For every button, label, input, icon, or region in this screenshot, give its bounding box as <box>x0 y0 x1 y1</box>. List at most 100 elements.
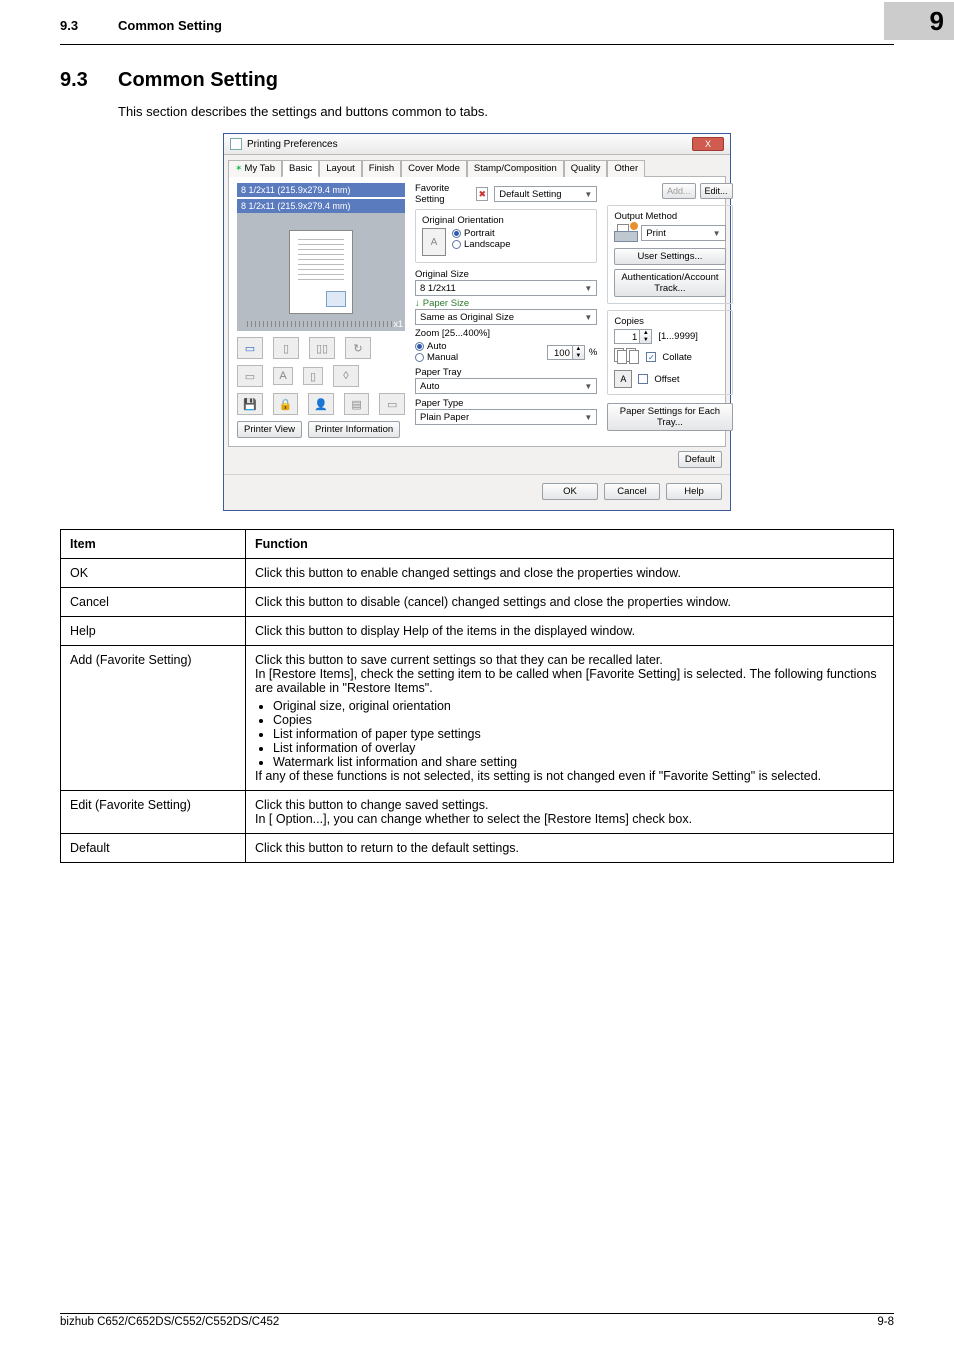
landscape-label: Landscape <box>464 239 510 250</box>
list-item: List information of overlay <box>273 741 884 755</box>
cell-function: Click this button to save current settin… <box>246 646 894 791</box>
cell-function: Click this button to disable (cancel) ch… <box>246 588 894 617</box>
tab-my-tab-label: My Tab <box>245 163 275 174</box>
printer-information-button[interactable]: Printer Information <box>308 421 400 438</box>
output-method-value: Print <box>646 228 666 239</box>
letter-a-icon[interactable]: A <box>273 367 293 385</box>
footer-page-number: 9-8 <box>877 1316 894 1328</box>
paper-settings-tray-button[interactable]: Paper Settings for Each Tray... <box>607 403 732 431</box>
tab-quality[interactable]: Quality <box>564 160 608 177</box>
spinner-icon: ▲▼ <box>640 329 652 344</box>
function-table: Item Function OK Click this button to en… <box>60 529 894 863</box>
edit-favorite-button[interactable]: Edit... <box>700 183 733 199</box>
output-method-label: Output Method <box>614 211 725 222</box>
auth-account-track-button[interactable]: Authentication/Account Track... <box>614 269 725 297</box>
paper-size-label: Paper Size <box>423 298 469 309</box>
paper-tray-dropdown[interactable]: Auto▼ <box>415 378 597 394</box>
rotate-icon[interactable]: ↻ <box>345 337 371 359</box>
tab-my-tab[interactable]: ✶My Tab <box>228 160 282 177</box>
copies-spinner[interactable]: 1 ▲▼ <box>614 329 652 344</box>
zoom-auto-radio[interactable]: Auto <box>415 341 458 352</box>
percent-label: % <box>589 347 597 358</box>
paper-size-value: Same as Original Size <box>420 312 514 323</box>
staple-icon[interactable]: ▭ <box>237 365 263 387</box>
output-method-dropdown[interactable]: Print▼ <box>641 225 725 241</box>
spinner-icon: ▲▼ <box>573 345 585 360</box>
copies-value: 1 <box>614 329 640 344</box>
cell-item: Default <box>61 834 246 863</box>
favorite-setting-value: Default Setting <box>499 189 561 200</box>
tab-finish[interactable]: Finish <box>362 160 401 177</box>
add-favorite-button[interactable]: Add... <box>662 183 696 199</box>
tab-other[interactable]: Other <box>607 160 645 177</box>
ok-button[interactable]: OK <box>542 483 598 500</box>
th-item: Item <box>61 530 246 559</box>
zoom-label: Zoom [25...400%] <box>415 328 597 339</box>
chevron-down-icon: ▼ <box>584 284 592 293</box>
tab-basic[interactable]: Basic <box>282 160 319 177</box>
table-row: OK Click this button to enable changed s… <box>61 559 894 588</box>
paper-type-dropdown[interactable]: Plain Paper ▼ <box>415 409 597 425</box>
page-icon[interactable]: ▯ <box>303 367 323 385</box>
tab-stamp-composition[interactable]: Stamp/Composition <box>467 160 564 177</box>
favorite-setting-dropdown[interactable]: Default Setting ▼ <box>494 186 597 202</box>
copies-label: Copies <box>614 316 725 327</box>
collate-checkbox[interactable]: ✓ <box>646 352 656 362</box>
add-line1: Click this button to save current settin… <box>255 653 663 667</box>
zoom-manual-radio[interactable]: Manual <box>415 352 458 363</box>
zoom-value-spinner[interactable]: 100 ▲▼ <box>547 345 585 360</box>
collate-icon <box>614 348 640 366</box>
chevron-down-icon: ▼ <box>584 190 592 199</box>
lock-icon[interactable]: 🔒 <box>273 393 299 415</box>
printer-view-button[interactable]: Printer View <box>237 421 302 438</box>
add-line2: In [Restore Items], check the setting it… <box>255 667 877 695</box>
source-size-bar[interactable]: 8 1/2x11 (215.9x279.4 mm) <box>237 183 405 197</box>
cell-item: Add (Favorite Setting) <box>61 646 246 791</box>
tab-layout[interactable]: Layout <box>319 160 362 177</box>
zoom-value: 100 <box>547 345 573 360</box>
portrait-label: Portrait <box>464 228 495 239</box>
sheet-icon[interactable]: ▤ <box>344 393 370 415</box>
collate-label: Collate <box>662 352 692 363</box>
blank-icon[interactable]: ▭ <box>379 393 405 415</box>
cell-item: Cancel <box>61 588 246 617</box>
paper-size-dropdown[interactable]: Same as Original Size▼ <box>415 309 597 325</box>
list-item: Original size, original orientation <box>273 699 884 713</box>
original-size-dropdown[interactable]: 8 1/2x11▼ <box>415 280 597 296</box>
landscape-radio[interactable]: Landscape <box>452 239 510 250</box>
cell-function: Click this button to change saved settin… <box>246 791 894 834</box>
dialog-title: Printing Preferences <box>247 139 692 150</box>
header-section-name: Common Setting <box>118 18 884 33</box>
save-icon[interactable]: 💾 <box>237 393 263 415</box>
down-arrow-icon: ↓ <box>415 298 420 309</box>
portrait-radio[interactable]: Portrait <box>452 228 510 239</box>
edit-line2: In [ Option...], you can change whether … <box>255 812 692 826</box>
user-icon[interactable]: 👤 <box>308 393 334 415</box>
printer-icon <box>614 224 636 242</box>
help-button[interactable]: Help <box>666 483 722 500</box>
delete-favorite-icon[interactable]: ✖ <box>476 187 488 201</box>
offset-checkbox[interactable] <box>638 374 648 384</box>
paper-type-value: Plain Paper <box>420 412 469 423</box>
tab-cover-mode[interactable]: Cover Mode <box>401 160 467 177</box>
table-row: Cancel Click this button to disable (can… <box>61 588 894 617</box>
copies-range: [1...9999] <box>658 331 698 342</box>
cancel-button[interactable]: Cancel <box>604 483 660 500</box>
pages-icon[interactable]: ▭ <box>237 337 263 359</box>
user-settings-button[interactable]: User Settings... <box>614 248 725 265</box>
default-button[interactable]: Default <box>678 451 722 468</box>
edit-line1: Click this button to change saved settin… <box>255 798 488 812</box>
table-row: Help Click this button to display Help o… <box>61 617 894 646</box>
nup-icon[interactable]: ▯ <box>273 337 299 359</box>
zoom-auto-label: Auto <box>427 341 447 352</box>
list-item: Watermark list information and share set… <box>273 755 884 769</box>
cell-function: Click this button to return to the defau… <box>246 834 894 863</box>
list-item: Copies <box>273 713 884 727</box>
chevron-down-icon: ▼ <box>584 413 592 422</box>
zoom-ratio-label: x1 <box>393 319 403 329</box>
close-button[interactable]: X <box>692 137 724 151</box>
paper-type-label: Paper Type <box>415 398 597 409</box>
chevron-down-icon: ▼ <box>584 382 592 391</box>
finish-icon[interactable]: ◊ <box>333 365 359 387</box>
duplex-icon[interactable]: ▯▯ <box>309 337 335 359</box>
